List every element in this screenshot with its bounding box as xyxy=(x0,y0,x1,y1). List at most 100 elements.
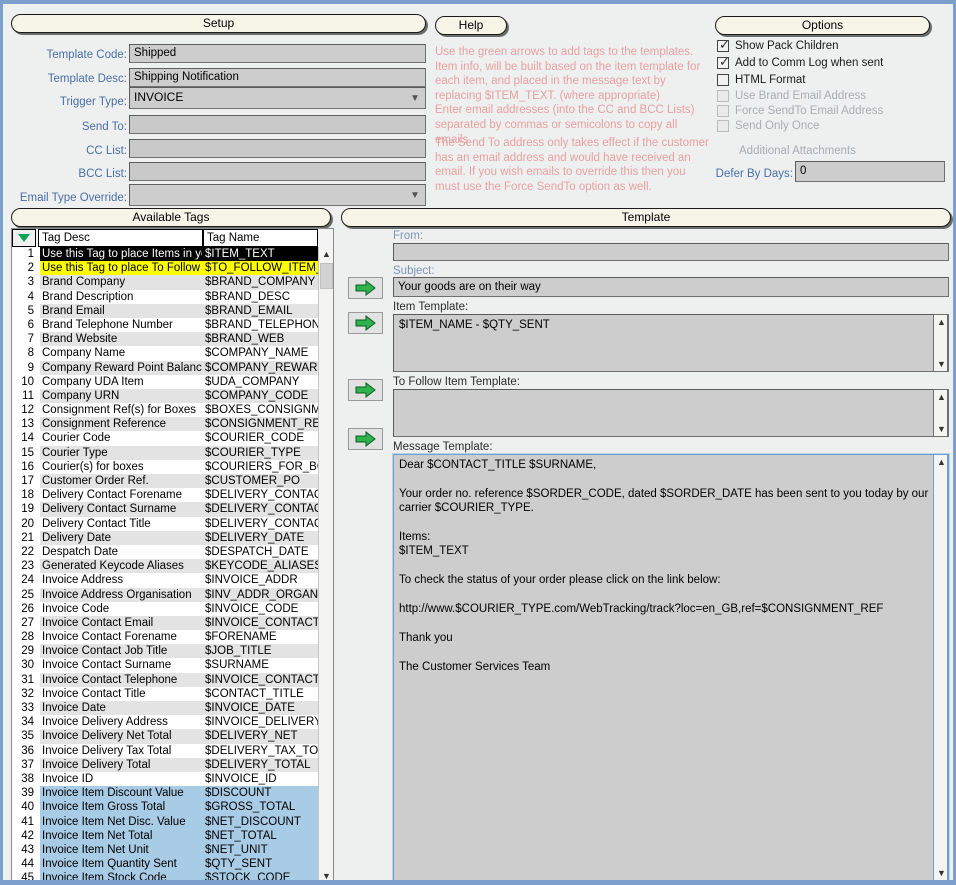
table-row[interactable]: 29 Invoice Contact Job Title $JOB_TITLE xyxy=(12,644,318,659)
email-type-override-select[interactable]: ▼ xyxy=(129,184,426,206)
table-row[interactable]: 36 Invoice Delivery Tax Total $DELIVERY_TA… xyxy=(12,744,318,758)
checkbox-add-to-comm-log[interactable]: ✓ Add to Comm Log when sent xyxy=(717,55,883,71)
table-row[interactable]: 3 Brand Company $BRAND_COMPANY xyxy=(12,275,318,290)
template-code-input[interactable]: Shipped xyxy=(129,44,426,63)
row-tag-name: $DELIVERY_DATE xyxy=(205,531,305,544)
table-row[interactable]: 45 Invoice Item Stock Code $STOCK_CODE xyxy=(12,871,318,880)
to-follow-item-template-textarea[interactable] xyxy=(393,389,949,437)
row-tag-name: $INVOICE_ID xyxy=(205,772,277,785)
trigger-type-label: Trigger Type: xyxy=(59,96,127,108)
table-row[interactable]: 44 Invoice Item Quantity Sent $QTY_SENT xyxy=(12,857,318,872)
table-row[interactable]: 6 Brand Telephone Number $BRAND_TELEPHONE xyxy=(12,318,318,332)
from-input[interactable] xyxy=(393,243,949,261)
table-row[interactable]: 20 Delivery Contact Title $DELIVERY_CONTAC… xyxy=(12,517,318,531)
table-row[interactable]: 1 Use this Tag to place Items in you $ITEM… xyxy=(12,247,318,262)
scroll-down-icon[interactable]: ▼ xyxy=(934,357,949,371)
scroll-down-icon[interactable]: ▼ xyxy=(934,866,949,880)
table-row[interactable]: 24 Invoice Address $INVOICE_ADDR xyxy=(12,573,318,587)
row-number: 23 xyxy=(21,560,34,573)
checkbox-html-format[interactable]: HTML Format xyxy=(717,72,806,88)
table-row[interactable]: 26 Invoice Code $INVOICE_CODE xyxy=(12,602,318,616)
message-template-label: Message Template: xyxy=(393,441,493,453)
table-row[interactable]: 30 Invoice Contact Surname $SURNAME xyxy=(12,658,318,672)
table-row[interactable]: 28 Invoice Contact Forename $FORENAME xyxy=(12,630,318,644)
row-tag-name: $INVOICE_CONTACT_ xyxy=(205,616,318,629)
table-row[interactable]: 13 Consignment Reference $CONSIGNMENT_REF xyxy=(12,417,318,432)
table-row[interactable]: 18 Delivery Contact Forename $DELIVERY_CON… xyxy=(12,488,318,502)
message-template-textarea[interactable]: Dear $CONTACT_TITLE $SURNAME, Your order… xyxy=(392,453,950,880)
table-row[interactable]: 32 Invoice Contact Title $CONTACT_TITLE xyxy=(12,687,318,701)
table-row[interactable]: 7 Brand Website $BRAND_WEB xyxy=(12,332,318,347)
template-desc-input[interactable]: Shipping Notification xyxy=(129,68,426,87)
cc-list-input[interactable] xyxy=(129,139,426,158)
row-tag-name: $DISCOUNT xyxy=(205,787,272,800)
scroll-down-icon[interactable]: ▼ xyxy=(934,422,949,436)
scroll-up-icon[interactable]: ▲ xyxy=(319,247,333,261)
message-template-scrollbar[interactable]: ▲ ▼ xyxy=(933,454,949,880)
item-template-textarea[interactable]: $ITEM_NAME - $QTY_SENT xyxy=(393,314,949,372)
table-row[interactable]: 37 Invoice Delivery Total $DELIVERY_TOTAL xyxy=(12,757,318,772)
add-tag-to-subject-button[interactable] xyxy=(348,277,383,299)
table-row[interactable]: 34 Invoice Delivery Address $INVOICE_DELIV… xyxy=(12,715,318,729)
table-row[interactable]: 31 Invoice Contact Telephone $INVOICE_CONT… xyxy=(12,672,318,687)
scroll-down-icon[interactable]: ▼ xyxy=(319,869,333,880)
row-tag-name: $DELIVERY_CONTACT xyxy=(205,503,318,516)
row-number: 9 xyxy=(27,361,34,374)
to-follow-template-scrollbar[interactable]: ▲ ▼ xyxy=(933,389,948,437)
row-tag-desc: Invoice Item Net Unit xyxy=(42,843,149,856)
trigger-type-select[interactable]: INVOICE ▼ xyxy=(129,87,426,109)
table-row[interactable]: 21 Delivery Date $DELIVERY_DATE xyxy=(12,530,318,545)
defer-by-days-input[interactable]: 0 xyxy=(795,161,945,182)
table-row[interactable]: 33 Invoice Date $INVOICE_DATE xyxy=(12,701,318,716)
scroll-up-icon[interactable]: ▲ xyxy=(934,455,949,469)
row-tag-desc: Invoice Contact Title xyxy=(42,687,146,700)
sort-descending-arrow-icon[interactable] xyxy=(12,229,36,247)
table-row[interactable]: 9 Company Reward Point Balance $COMPANY_RE… xyxy=(12,360,318,375)
scroll-up-icon[interactable]: ▲ xyxy=(934,390,949,404)
table-row[interactable]: 17 Customer Order Ref. $CUSTOMER_PO xyxy=(12,474,318,489)
add-tag-to-to-follow-template-button[interactable] xyxy=(348,379,383,401)
table-row[interactable]: 19 Delivery Contact Surname $DELIVERY_CONT… xyxy=(12,502,318,517)
table-row[interactable]: 15 Courier Type $COURIER_TYPE xyxy=(12,445,318,460)
column-header-tag-name[interactable]: Tag Name xyxy=(203,229,318,247)
checkbox-box xyxy=(717,120,729,132)
table-row[interactable]: 2 Use this Tag to place To Follow It $TO_F… xyxy=(12,261,318,276)
table-row[interactable]: 43 Invoice Item Net Unit $NET_UNIT xyxy=(12,842,318,858)
available-tags-list[interactable]: Tag Desc Tag Name 1 Use this Tag to place… xyxy=(11,228,334,880)
add-tag-to-message-template-button[interactable] xyxy=(348,428,383,450)
row-number: 13 xyxy=(21,418,34,431)
row-tag-name: $KEYCODE_ALIASES xyxy=(205,560,318,573)
row-number: 41 xyxy=(21,815,34,828)
table-row[interactable]: 5 Brand Email $BRAND_EMAIL xyxy=(12,303,318,318)
table-row[interactable]: 16 Courier(s) for boxes $COURIERS_FOR_BO) xyxy=(12,460,318,474)
table-row[interactable]: 35 Invoice Delivery Net Total $DELIVERY_NE… xyxy=(12,729,318,744)
tag-list-vertical-scrollbar[interactable]: ▲ ▼ xyxy=(318,247,333,880)
scroll-up-icon[interactable]: ▲ xyxy=(934,315,949,329)
table-row[interactable]: 40 Invoice Item Gross Total $GROSS_TOTAL xyxy=(12,800,318,815)
bcc-list-input[interactable] xyxy=(129,162,426,181)
send-to-input[interactable] xyxy=(129,115,426,134)
table-row[interactable]: 14 Courier Code $COURIER_CODE xyxy=(12,431,318,445)
checkbox-label: Add to Comm Log when sent xyxy=(735,57,884,69)
table-row[interactable]: 23 Generated Keycode Aliases $KEYCODE_ALIA… xyxy=(12,559,318,574)
table-row[interactable]: 25 Invoice Address Organisation $INV_ADDR_… xyxy=(12,587,318,602)
checkbox-show-pack-children[interactable]: ✓ Show Pack Children xyxy=(717,38,839,54)
table-row[interactable]: 22 Despatch Date $DESPATCH_DATE xyxy=(12,545,318,559)
column-header-tag-desc[interactable]: Tag Desc xyxy=(38,229,203,247)
table-row[interactable]: 41 Invoice Item Net Disc. Value $NET_DISCO… xyxy=(12,814,318,829)
table-row[interactable]: 39 Invoice Item Discount Value $DISCOUNT xyxy=(12,786,318,801)
table-row[interactable]: 8 Company Name $COMPANY_NAME xyxy=(12,346,318,360)
table-row[interactable]: 11 Company URN $COMPANY_CODE xyxy=(12,388,318,404)
table-row[interactable]: 27 Invoice Contact Email $INVOICE_CONTACT_ xyxy=(12,615,318,631)
table-row[interactable]: 38 Invoice ID $INVOICE_ID xyxy=(12,772,318,786)
table-row[interactable]: 10 Company UDA Item $UDA_COMPANY xyxy=(12,375,318,389)
row-number: 2 xyxy=(27,262,34,275)
table-row[interactable]: 4 Brand Description $BRAND_DESC xyxy=(12,290,318,304)
subject-input[interactable]: Your goods are on their way xyxy=(393,277,949,297)
table-row[interactable]: 42 Invoice Item Net Total $NET_TOTAL xyxy=(12,828,318,843)
scrollbar-thumb[interactable] xyxy=(320,263,333,289)
add-tag-to-item-template-button[interactable] xyxy=(348,312,383,334)
row-number: 27 xyxy=(21,616,34,629)
table-row[interactable]: 12 Consignment Ref(s) for Boxes $BOXES_CON… xyxy=(12,403,318,417)
item-template-scrollbar[interactable]: ▲ ▼ xyxy=(933,314,948,372)
